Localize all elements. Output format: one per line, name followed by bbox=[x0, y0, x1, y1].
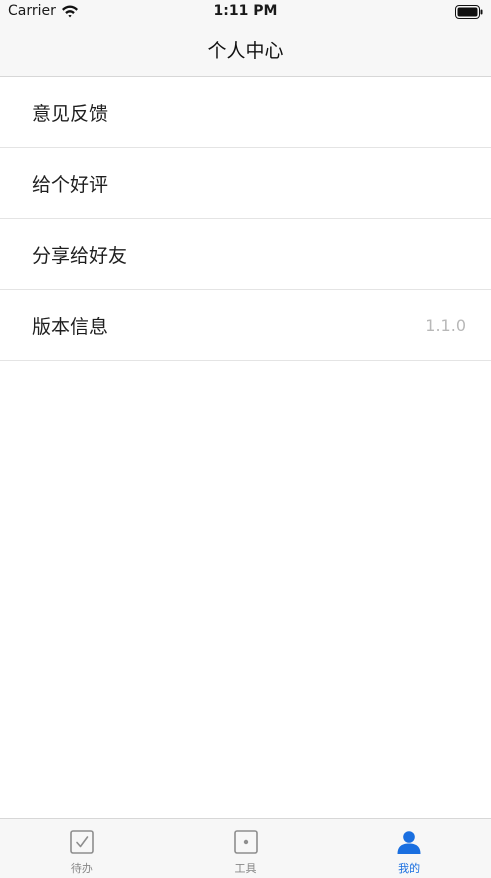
tab-tools[interactable]: 工具 bbox=[164, 819, 328, 878]
menu-item-label: 分享给好友 bbox=[32, 244, 128, 267]
dot-square-icon bbox=[233, 830, 258, 854]
menu-item-share[interactable]: 分享给好友 bbox=[0, 219, 491, 290]
tab-bar: 待办 工具 我的 bbox=[0, 818, 491, 878]
tab-label: 工具 bbox=[234, 862, 257, 875]
menu-item-rate[interactable]: 给个好评 bbox=[0, 148, 491, 219]
menu-item-version[interactable]: 版本信息 1.1.0 bbox=[0, 290, 491, 361]
page-title: 个人中心 bbox=[207, 40, 284, 62]
status-bar: Carrier 1:11 PM bbox=[0, 0, 491, 26]
version-value: 1.1.0 bbox=[425, 315, 466, 335]
status-time: 1:11 PM bbox=[213, 3, 278, 19]
navigation-bar: 个人中心 bbox=[0, 26, 491, 77]
tab-todo[interactable]: 待办 bbox=[0, 819, 164, 878]
menu-item-label: 给个好评 bbox=[32, 173, 109, 196]
menu-item-feedback[interactable]: 意见反馈 bbox=[0, 77, 491, 148]
settings-menu-list: 意见反馈 给个好评 分享给好友 版本信息 1.1.0 bbox=[0, 77, 491, 361]
menu-item-label: 意见反馈 bbox=[32, 102, 109, 125]
tab-label: 待办 bbox=[70, 862, 93, 875]
person-icon bbox=[397, 831, 421, 854]
checkbox-icon bbox=[70, 830, 94, 854]
tab-label: 我的 bbox=[398, 862, 421, 875]
tab-mine[interactable]: 我的 bbox=[327, 819, 491, 878]
battery-icon bbox=[455, 5, 483, 19]
menu-item-label: 版本信息 bbox=[32, 315, 109, 338]
